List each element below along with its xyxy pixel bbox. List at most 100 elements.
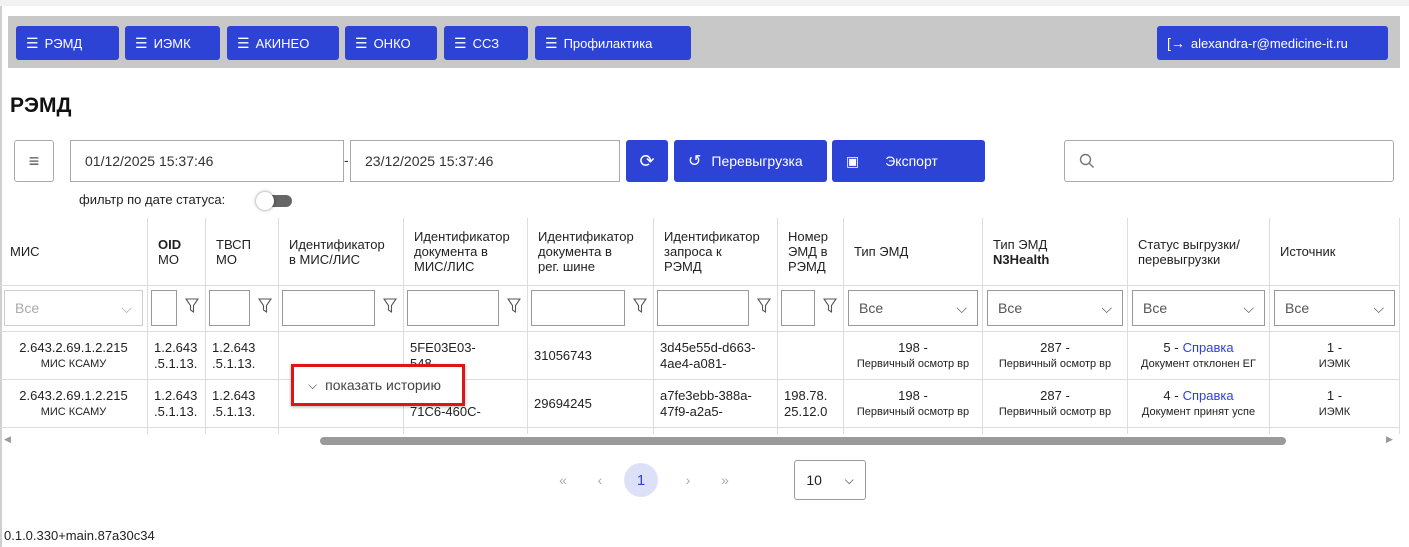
nav-akineo-button[interactable]: ☰ АКИНЕО	[227, 26, 339, 60]
cell-text: .5.1.13.	[212, 355, 256, 371]
funnel-icon[interactable]	[257, 298, 273, 314]
header-text: МИС	[10, 244, 40, 259]
filter-select-type_n3[interactable]: Все ⌵	[987, 290, 1123, 326]
prev-page-button[interactable]: ‹	[587, 467, 613, 493]
filter-input-doc_reg[interactable]	[531, 290, 625, 326]
filter-select-value: Все	[15, 300, 40, 316]
cell-text: 3d45e55d-d663-	[660, 339, 756, 355]
table-cell-num_emd: 198.78. 25.12.0	[778, 380, 843, 428]
funnel-icon[interactable]	[756, 298, 772, 314]
scroll-right-icon[interactable]: ▶	[1386, 434, 1393, 445]
cell-text: .5.1.13.	[154, 355, 198, 371]
filter-menu-button[interactable]: ≡	[14, 140, 54, 182]
cell-text: 198.78.	[784, 387, 828, 403]
nav-ssz-button[interactable]: ☰ ССЗ	[444, 26, 528, 60]
filter-cell-num_emd	[778, 286, 843, 332]
pagination: « ‹ 1 › » 10 ⌵	[0, 460, 1400, 500]
funnel-icon[interactable]	[506, 298, 522, 314]
header-text: перевыгрузки	[1138, 251, 1221, 267]
cell-text: 2.643.2.69.1.2.215	[19, 339, 128, 355]
window-top-edge	[0, 0, 1409, 6]
nav-remd-button[interactable]: ☰ РЭМД	[16, 26, 119, 60]
filter-select-status[interactable]: Все ⌵	[1132, 290, 1265, 326]
status-code: 4 -	[1163, 387, 1179, 403]
table-cell-type_n3: 287 - Первичный осмотр вр	[983, 380, 1127, 428]
column-header-doc_mis[interactable]: Идентификатор документа в МИС/ЛИС	[404, 218, 527, 286]
cell-text: 25.12.0	[784, 403, 828, 419]
table-cell-num_emd	[778, 332, 843, 380]
header-text: МО	[216, 251, 237, 267]
filter-select-source[interactable]: Все ⌵	[1274, 290, 1395, 326]
filter-select-value: Все	[1285, 300, 1310, 316]
scroll-left-icon[interactable]: ◀	[4, 434, 11, 445]
page-size-select[interactable]: 10 ⌵	[794, 460, 866, 500]
column-header-source[interactable]: Источник	[1270, 218, 1399, 286]
status-reference-link[interactable]: Справка	[1183, 388, 1234, 403]
cell-text: 1.2.643	[212, 387, 256, 403]
status-date-filter-toggle[interactable]	[256, 192, 292, 210]
cell-text: МИС КСАМУ	[40, 357, 107, 370]
cell-text: 1 -	[1326, 339, 1343, 355]
table-cell-tvsp: 1.2.643.5.1.13.	[206, 332, 278, 380]
top-navbar: ☰ РЭМД ☰ ИЭМК ☰ АКИНЕО ☰ ОНКО ☰ ССЗ ☰ Профилак…	[8, 16, 1400, 68]
show-history-popup[interactable]: ⌵ показать историю	[291, 364, 465, 406]
column-header-id_mis[interactable]: Идентификатор в МИС/ЛИС	[279, 218, 403, 286]
funnel-icon[interactable]	[382, 298, 398, 314]
nav-onko-button[interactable]: ☰ ОНКО	[345, 26, 437, 60]
export-button[interactable]: ▣ Экспорт	[832, 140, 985, 182]
filter-select-type_emd[interactable]: Все ⌵	[848, 290, 978, 326]
nav-prophylaxis-button[interactable]: ☰ Профилактика	[535, 26, 691, 60]
cell-text: 1.2.643	[154, 339, 198, 355]
status-reference-link[interactable]: Справка	[1183, 340, 1234, 355]
header-text: МО	[158, 251, 179, 267]
column-header-oid[interactable]: OID МО	[148, 218, 205, 286]
header-text: документа в	[538, 244, 612, 259]
column-header-doc_reg[interactable]: Идентификатор документа в рег. шине	[528, 218, 653, 286]
filter-input-num_emd[interactable]	[781, 290, 815, 326]
column-header-status[interactable]: Статус выгрузки/перевыгрузки	[1128, 218, 1269, 286]
cell-text: 4ae4-a081-	[660, 355, 727, 371]
column-header-num_emd[interactable]: Номер ЭМД в РЭМД	[778, 218, 843, 286]
table-cell-status: 5 - Справка Документ отклонен ЕГ	[1128, 332, 1269, 380]
filter-cell-id_mis	[279, 286, 403, 332]
horizontal-scrollbar[interactable]: ◀ ▶	[0, 434, 1400, 448]
table-cell-req_remd: a7fe3ebb-388a- 47f9-a2a5-	[654, 380, 777, 428]
filter-input-tvsp[interactable]	[209, 290, 250, 326]
filter-input-id_mis[interactable]	[282, 290, 375, 326]
column-header-tvsp[interactable]: ТВСП МО	[206, 218, 278, 286]
header-text: РЭМД	[788, 259, 826, 274]
first-page-button[interactable]: «	[550, 467, 576, 493]
page-1-button[interactable]: 1	[624, 463, 658, 497]
funnel-icon[interactable]	[184, 298, 200, 314]
column-header-type_n3[interactable]: Тип ЭМД N3Health	[983, 218, 1127, 286]
cell-text: a7fe3ebb-388a-	[660, 387, 752, 403]
filter-cell-mis: Все ⌵	[0, 286, 147, 332]
list-icon: ☰	[454, 34, 467, 51]
next-page-button[interactable]: ›	[675, 467, 701, 493]
filter-input-req_remd[interactable]	[657, 290, 749, 326]
last-page-button[interactable]: »	[712, 467, 738, 493]
filter-select-mis[interactable]: Все ⌵	[4, 290, 143, 326]
column-header-type_emd[interactable]: Тип ЭМД	[844, 218, 982, 286]
cell-text: 2.643.2.69.1.2.215	[19, 387, 128, 403]
header-text: Идентификатор	[664, 229, 760, 244]
column-mis: МИС Все ⌵ 2.643.2.69.1.2.215 МИС КСАМУ 2.643.…	[0, 218, 148, 434]
nav-iemk-button[interactable]: ☰ ИЭМК	[125, 26, 220, 60]
search-input[interactable]	[1064, 140, 1394, 182]
filter-input-doc_mis[interactable]	[407, 290, 499, 326]
scrollbar-thumb[interactable]	[320, 437, 1286, 445]
table-cell-tvsp: 1.2.643.5.1.13.	[206, 380, 278, 428]
user-account-button[interactable]: [→ alexandra-r@medicine-it.ru	[1157, 26, 1388, 60]
reupload-button[interactable]: ↺ Перевыгрузка	[674, 140, 827, 182]
column-doc_reg: Идентификатор документа в рег. шине 3105674…	[528, 218, 654, 434]
cell-text: .5.1.13.	[212, 403, 256, 419]
column-header-req_remd[interactable]: Идентификатор запроса к РЭМД	[654, 218, 777, 286]
header-text: N3Health	[993, 251, 1050, 267]
filter-input-oid[interactable]	[151, 290, 177, 326]
funnel-icon[interactable]	[632, 298, 648, 314]
refresh-button[interactable]: ⟳	[626, 140, 668, 182]
date-from-input[interactable]: 01/12/2025 15:37:46	[70, 140, 344, 182]
funnel-icon[interactable]	[822, 298, 838, 314]
column-header-mis[interactable]: МИС	[0, 218, 147, 286]
date-to-input[interactable]: 23/12/2025 15:37:46	[350, 140, 620, 182]
